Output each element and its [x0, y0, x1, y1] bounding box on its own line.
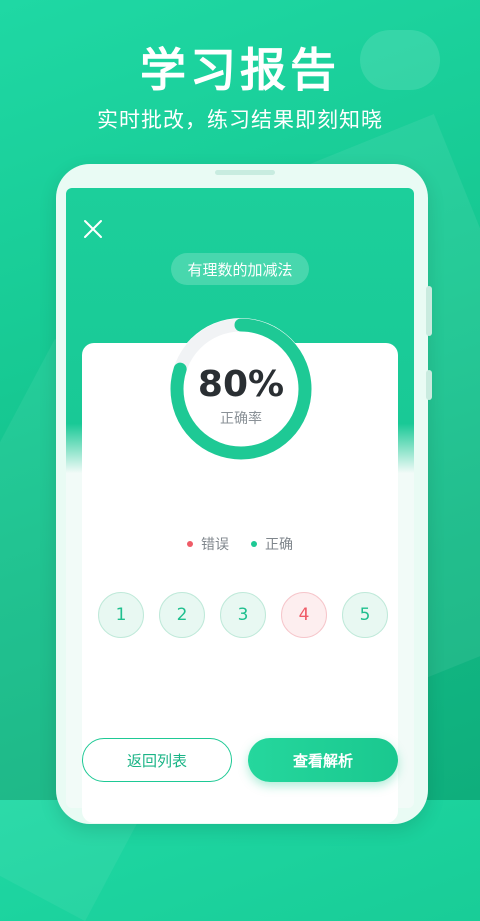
accuracy-value: 80%	[197, 364, 285, 405]
answer-bubble-4[interactable]: 4	[281, 592, 327, 638]
answer-bubble-5[interactable]: 5	[342, 592, 388, 638]
answer-list: 1 2 3 4 5	[98, 592, 388, 638]
topic-chip: 有理数的加减法	[171, 253, 309, 285]
hero-title: 学习报告	[140, 43, 340, 97]
phone-side-button	[426, 286, 432, 336]
legend-correct-label: 正确	[265, 537, 293, 553]
answer-bubble-1[interactable]: 1	[98, 592, 144, 638]
legend-wrong-label: 错误	[201, 537, 229, 553]
wrong-dot-icon	[187, 541, 193, 547]
phone-side-button	[426, 370, 432, 400]
back-to-list-button[interactable]: 返回列表	[82, 738, 232, 782]
close-button[interactable]	[80, 216, 106, 242]
close-icon	[84, 220, 102, 238]
view-analysis-button[interactable]: 查看解析	[248, 738, 398, 782]
legend-correct: 正确	[251, 534, 293, 554]
correct-dot-icon	[251, 541, 257, 547]
answer-bubble-2[interactable]: 2	[159, 592, 205, 638]
legend-wrong: 错误	[187, 534, 229, 554]
hero-subtitle: 实时批改，练习结果即刻知晓	[97, 108, 383, 132]
result-legend: 错误 正确	[0, 534, 480, 554]
accuracy-ring: 80% 正确率	[164, 312, 318, 466]
phone-speaker	[215, 170, 275, 175]
accuracy-label: 正确率	[220, 411, 262, 427]
answer-bubble-3[interactable]: 3	[220, 592, 266, 638]
